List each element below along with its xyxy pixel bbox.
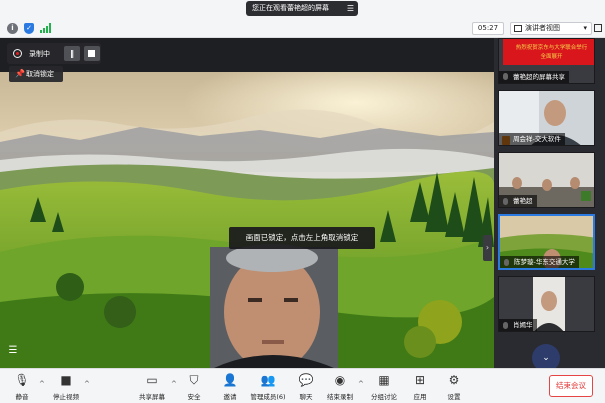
chat-button[interactable]: 💬 聊天: [294, 373, 318, 401]
apps-button[interactable]: ⊞ 应用: [408, 373, 432, 401]
participant-name: 周会祥-交大软件: [499, 133, 565, 145]
menu-icon[interactable]: ☰: [347, 1, 354, 16]
settings-button[interactable]: ⚙ 设置: [442, 373, 466, 401]
participant-name: 陈梦璇-华东交通大学: [500, 256, 579, 268]
meeting-toolbar: 🎙 静音 ^ ■ 停止视频 ^ ▭ 共享屏幕 ^ ⛉ 安全 👤 邀请 👥 管理成…: [0, 368, 605, 403]
fullscreen-icon[interactable]: [594, 24, 602, 32]
screen-share-label: 您正在观看蕾艳超的屏幕: [252, 4, 329, 12]
share-screen-icon: ▭: [146, 373, 158, 387]
participant-name: 蕾艳超: [499, 195, 537, 207]
security-label: 安全: [187, 393, 201, 401]
stop-video-label: 停止视频: [53, 393, 79, 401]
top-bar: 您正在观看蕾艳超的屏幕 ☰ i ✓ 05:27 演讲者视图 ▾: [0, 0, 605, 38]
apps-icon: ⊞: [414, 373, 426, 387]
chevron-up-icon[interactable]: ^: [39, 380, 45, 388]
end-meeting-button[interactable]: 结束会议: [549, 375, 593, 397]
gear-icon: ⚙: [448, 373, 460, 387]
participant-tile[interactable]: 蕾艳超: [498, 152, 595, 208]
share-screen-button[interactable]: ▭ 共享屏幕: [136, 373, 168, 401]
members-icon: 👥: [260, 373, 276, 387]
shield-icon: ⛉: [189, 373, 199, 387]
pause-recording-button[interactable]: ‖: [64, 46, 80, 61]
stop-recording-label: 结束录制: [327, 393, 353, 401]
participant-tile[interactable]: 周会祥-交大软件: [498, 90, 595, 146]
microphone-icon: 🎙: [14, 373, 30, 387]
view-mode-button[interactable]: 演讲者视图 ▾: [510, 22, 592, 35]
settings-label: 设置: [447, 393, 461, 401]
mute-label: 静音: [15, 393, 29, 401]
chevron-up-icon[interactable]: ^: [171, 380, 177, 388]
chat-icon: 💬: [298, 373, 314, 387]
recording-label: 录制中: [29, 50, 50, 58]
chat-label: 聊天: [299, 393, 313, 401]
stop-record-icon: ◉: [334, 373, 346, 387]
locked-tooltip: 画面已锁定，点击左上角取消锁定: [229, 227, 375, 249]
participant-tile[interactable]: 热烈祝贺京东与大学联合举行 全面展开 蕾艳超的屏幕共享: [498, 38, 595, 84]
unlock-label: 取消锁定: [26, 70, 54, 78]
banner-line: 全面展开: [540, 54, 563, 60]
banner-line: 热烈祝贺京东与大学联合举行: [515, 45, 588, 51]
stop-recording-toolbar-button[interactable]: ◉ 结束录制: [324, 373, 356, 401]
view-mode-label: 演讲者视图: [525, 24, 560, 32]
collapse-panel-button[interactable]: ›: [483, 235, 492, 261]
participant-panel: 热烈祝贺京东与大学联合举行 全面展开 蕾艳超的屏幕共享 周会祥-交大软件 蕾艳超: [494, 38, 605, 368]
network-signal-icon[interactable]: [40, 23, 52, 33]
share-screen-label: 共享屏幕: [139, 393, 165, 401]
main-stage: 录制中 ‖ 📌 取消锁定 画面已锁定，点击左上角取消锁定 › ☰: [0, 38, 494, 368]
participant-tile-active[interactable]: 陈梦璇-华东交通大学: [498, 214, 595, 270]
invite-button[interactable]: 👤 邀请: [218, 373, 242, 401]
invite-label: 邀请: [223, 393, 237, 401]
shared-screen-video: [0, 72, 494, 368]
participant-name: 肖嫣华: [499, 319, 537, 331]
breakout-label: 分组讨论: [371, 393, 397, 401]
stop-recording-button[interactable]: [84, 46, 100, 61]
chevron-up-icon[interactable]: ^: [358, 380, 364, 388]
unlock-button[interactable]: 📌 取消锁定: [9, 66, 63, 82]
meeting-timer: 05:27: [472, 22, 504, 35]
list-icon[interactable]: ☰: [6, 344, 20, 358]
chevron-down-icon: ▾: [583, 24, 587, 32]
security-button[interactable]: ⛉ 安全: [182, 373, 206, 401]
screen-share-banner[interactable]: 您正在观看蕾艳超的屏幕 ☰: [246, 1, 358, 16]
participant-tile[interactable]: 肖嫣华: [498, 276, 595, 332]
chevron-up-icon[interactable]: ^: [84, 380, 90, 388]
manage-members-label: 管理成员(6): [250, 393, 286, 401]
apps-label: 应用: [413, 393, 427, 401]
breakout-icon: ▦: [378, 373, 390, 387]
encryption-shield-icon[interactable]: ✓: [24, 23, 34, 34]
info-icon[interactable]: i: [7, 23, 18, 34]
recording-bar: 录制中 ‖: [7, 43, 101, 64]
recording-icon: [13, 49, 22, 58]
pin-icon: 📌: [15, 69, 25, 78]
mute-button[interactable]: 🎙 静音: [8, 373, 36, 401]
stop-video-button[interactable]: ■ 停止视频: [50, 373, 82, 401]
breakout-rooms-button[interactable]: ▦ 分组讨论: [368, 373, 400, 401]
video-camera-icon: ■: [60, 373, 72, 387]
invite-icon: 👤: [222, 373, 238, 387]
shared-banner-thumbnail: 热烈祝贺京东与大学联合举行 全面展开: [503, 39, 594, 65]
manage-members-button[interactable]: 👥 管理成员(6): [248, 373, 288, 401]
participant-name: 蕾艳超的屏幕共享: [499, 71, 569, 83]
grid-icon: [514, 25, 522, 32]
